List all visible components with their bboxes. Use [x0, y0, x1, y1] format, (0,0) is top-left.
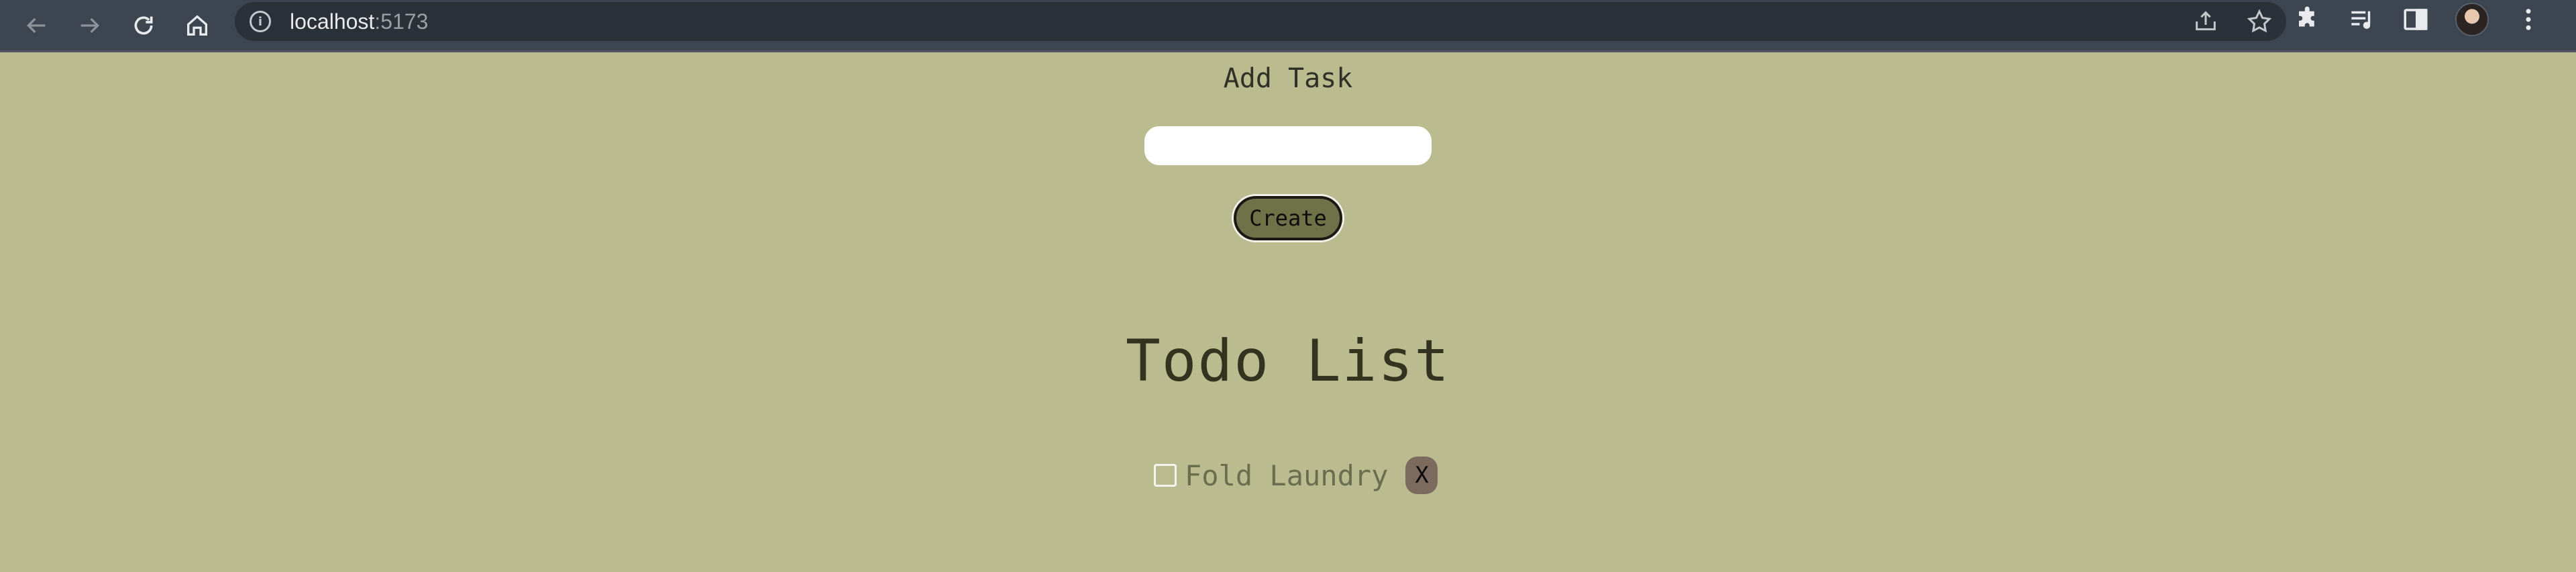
arrow-right-icon — [80, 17, 100, 33]
create-button[interactable]: Create — [1234, 196, 1342, 240]
todo-text: Fold Laundry — [1185, 459, 1389, 492]
delete-todo-button[interactable]: X — [1405, 457, 1438, 494]
back-button[interactable] — [9, 0, 63, 50]
home-icon — [187, 14, 207, 36]
url-text[interactable]: localhost:5173 — [290, 9, 428, 34]
task-input[interactable] — [1144, 126, 1432, 165]
address-bar[interactable]: i localhost:5173 — [235, 2, 2286, 41]
side-panel-icon[interactable] — [2402, 5, 2430, 34]
add-task-heading: Add Task — [1223, 63, 1353, 94]
arrow-left-icon — [26, 17, 46, 33]
todo-item: Fold Laundry X — [1154, 455, 1438, 495]
kebab-menu-icon[interactable] — [2514, 5, 2542, 34]
puzzle-icon[interactable] — [2294, 5, 2322, 34]
todo-app: Add Task Create Todo List Fold Laundry X — [0, 52, 2576, 572]
forward-button[interactable] — [63, 0, 117, 50]
reload-icon — [134, 16, 153, 34]
omnibox-actions — [2192, 2, 2273, 41]
todo-checkbox[interactable] — [1154, 464, 1177, 487]
url-host: localhost — [290, 9, 375, 34]
toolbar-actions — [2294, 0, 2542, 39]
share-icon[interactable] — [2192, 8, 2219, 35]
todo-list-heading: Todo List — [1126, 328, 1450, 395]
profile-avatar[interactable] — [2455, 3, 2489, 36]
url-port: :5173 — [374, 9, 429, 34]
reload-button[interactable] — [117, 0, 170, 50]
home-button[interactable] — [170, 0, 224, 50]
info-icon[interactable]: i — [250, 11, 271, 32]
media-queue-icon[interactable] — [2348, 5, 2376, 34]
browser-toolbar: i localhost:5173 — [0, 0, 2576, 50]
info-glyph: i — [258, 14, 263, 29]
star-icon[interactable] — [2246, 8, 2273, 35]
